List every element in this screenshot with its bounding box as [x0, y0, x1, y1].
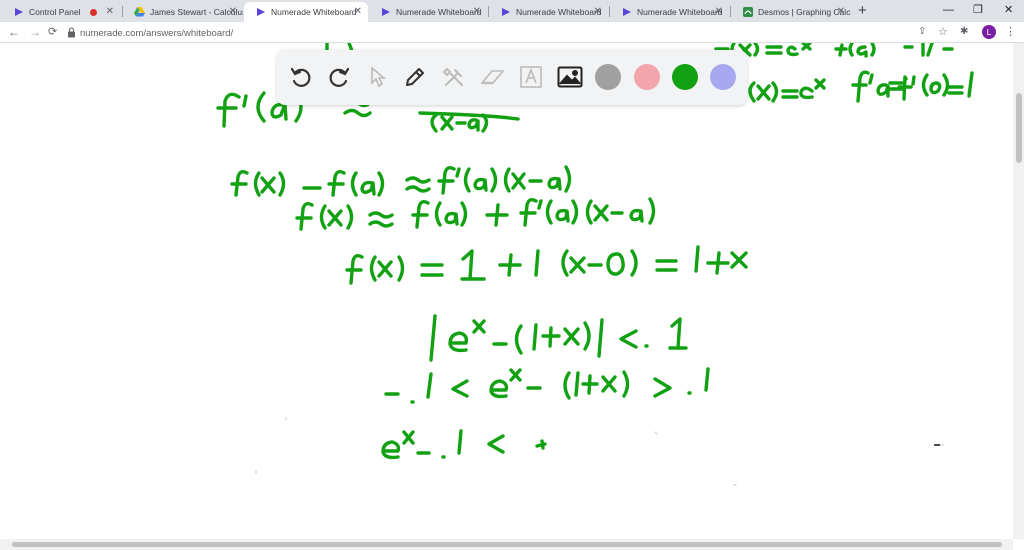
eraser-icon[interactable] [477, 62, 507, 92]
text-icon[interactable] [516, 62, 546, 92]
reload-button[interactable]: ⟳ [48, 24, 57, 40]
color-swatch-pink[interactable] [634, 64, 660, 90]
color-swatch-gray[interactable] [595, 64, 621, 90]
select-pointer-icon[interactable] [363, 62, 393, 92]
close-tab-icon[interactable]: ✕ [594, 5, 602, 19]
browser-toolbar: ← → ⟳ numerade.com/answers/whiteboard/ ⇪… [0, 22, 1024, 43]
whiteboard-canvas[interactable] [0, 43, 1013, 539]
numerade-logo-icon [13, 7, 24, 18]
vertical-scrollbar[interactable] [1013, 43, 1024, 539]
close-tab-icon[interactable]: ✕ [354, 5, 362, 19]
back-button[interactable]: ← [8, 24, 20, 40]
handwritten-math-notes [216, 43, 974, 486]
tools-icon[interactable] [439, 62, 469, 92]
lock-icon[interactable] [67, 27, 76, 38]
google-drive-icon [134, 7, 145, 18]
tab-numerade-whiteboard-4[interactable]: Numerade Whiteboard ✕ [610, 2, 729, 22]
vertical-scroll-thumb[interactable] [1016, 93, 1022, 163]
color-swatch-lavender[interactable] [710, 64, 736, 90]
browser-menu-icon[interactable]: ⋮ [1005, 25, 1016, 39]
tab-numerade-whiteboard-active[interactable]: Numerade Whiteboard ✕ [244, 2, 368, 22]
tab-james-stewart[interactable]: James Stewart - Calculus ✕ [123, 2, 243, 22]
horizontal-scroll-thumb[interactable] [12, 542, 1002, 547]
tab-desmos[interactable]: Desmos | Graphing Calculator ✕ [731, 2, 851, 22]
tab-numerade-whiteboard-3[interactable]: Numerade Whiteboard ✕ [489, 2, 608, 22]
bookmark-star-icon[interactable]: ☆ [938, 25, 948, 39]
numerade-logo-icon [500, 7, 511, 18]
numerade-logo-icon [380, 7, 391, 18]
tab-control-panel[interactable]: Control Panel ✕ [2, 2, 120, 22]
close-window-button[interactable]: ✕ [1004, 2, 1013, 18]
profile-avatar[interactable]: L [982, 25, 996, 39]
close-tab-icon[interactable]: ✕ [837, 5, 845, 19]
address-bar[interactable]: numerade.com/answers/whiteboard/ [80, 28, 233, 39]
tab-numerade-whiteboard-2[interactable]: Numerade Whiteboard ✕ [369, 2, 487, 22]
numerade-logo-icon [255, 7, 266, 18]
undo-icon[interactable] [286, 62, 316, 92]
close-tab-icon[interactable]: ✕ [473, 5, 481, 19]
forward-button[interactable]: → [29, 24, 41, 40]
extensions-puzzle-icon[interactable]: ✱ [960, 25, 968, 39]
minimize-window-button[interactable]: — [943, 2, 954, 18]
redo-icon[interactable] [324, 62, 354, 92]
recording-indicator-icon [90, 9, 97, 16]
horizontal-scrollbar[interactable] [0, 539, 1013, 550]
new-tab-button[interactable]: + [858, 2, 867, 20]
close-tab-icon[interactable]: ✕ [106, 5, 114, 19]
desmos-logo-icon [742, 7, 753, 18]
image-icon[interactable] [555, 62, 585, 92]
restore-window-button[interactable]: ❐ [973, 2, 983, 18]
color-swatch-green-selected[interactable] [672, 64, 698, 90]
close-tab-icon[interactable]: ✕ [715, 5, 723, 19]
share-icon[interactable]: ⇪ [918, 25, 926, 39]
whiteboard-toolbar [277, 50, 747, 105]
close-tab-icon[interactable]: ✕ [229, 5, 237, 19]
pen-icon[interactable] [400, 62, 430, 92]
numerade-logo-icon [621, 7, 632, 18]
tab-strip: Control Panel ✕ James Stewart - Calculus… [0, 0, 1024, 22]
